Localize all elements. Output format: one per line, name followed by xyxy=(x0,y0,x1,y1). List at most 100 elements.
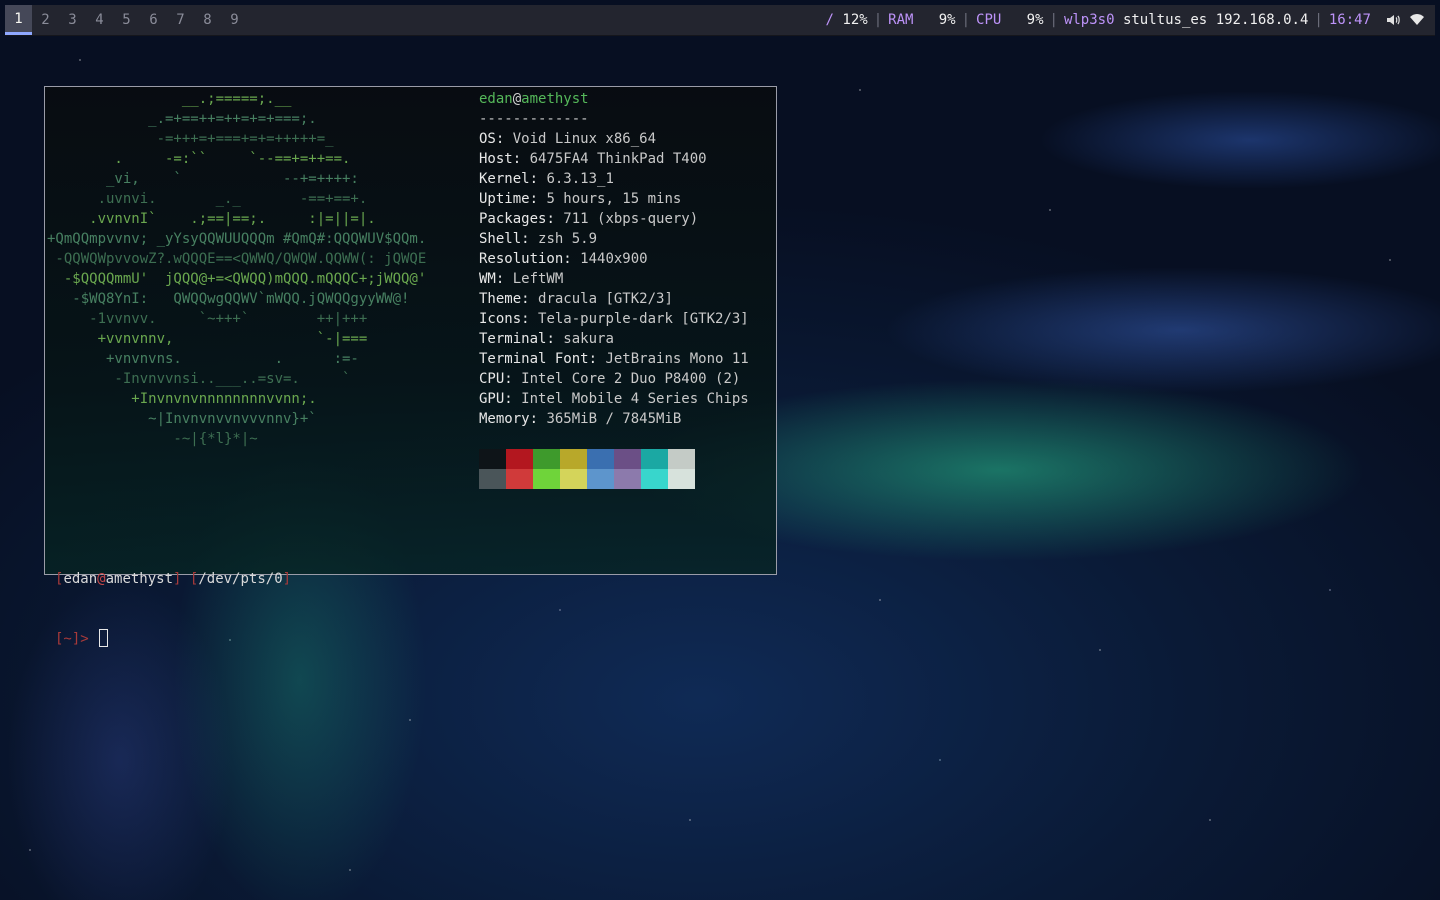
info-key: Uptime xyxy=(479,191,530,207)
prompt-bracket: ] xyxy=(282,571,292,587)
info-key: Terminal xyxy=(479,331,547,347)
prompt-line-1: [edan@amethyst] [/dev/pts/0] xyxy=(55,569,291,589)
info-value: JetBrains Mono 11 xyxy=(605,351,749,367)
logo-line: ~|Invnvnvvnvvvnnv}+` xyxy=(47,411,317,427)
workspace-tag[interactable]: 2 xyxy=(32,5,59,35)
color-swatch xyxy=(668,469,695,489)
status-area: / 12% | RAM 9% | CPU 9% | wlp3s0 stultus… xyxy=(826,12,1435,28)
clock: 16:47 xyxy=(1328,12,1371,28)
color-swatch xyxy=(479,469,506,489)
workspace-tag[interactable]: 4 xyxy=(86,5,113,35)
prompt-user: edan xyxy=(63,571,98,587)
info-title: edan@amethyst xyxy=(479,89,749,109)
info-row: CPU: Intel Core 2 Duo P8400 (2) xyxy=(479,369,749,389)
ram-usage: 9% xyxy=(913,12,956,28)
info-value: 711 (xbps-query) xyxy=(563,211,699,227)
text-cursor[interactable] xyxy=(99,629,109,647)
prompt-cwd: [~]> xyxy=(55,631,89,647)
workspace-tag[interactable]: 5 xyxy=(113,5,140,35)
info-row: Icons: Tela-purple-dark [GTK2/3] xyxy=(479,309,749,329)
info-value: zsh 5.9 xyxy=(538,231,598,247)
info-key: CPU xyxy=(479,371,505,387)
logo-line: -Invnvvnsi..___..=sv=. ` xyxy=(47,371,351,387)
workspace-tag[interactable]: 7 xyxy=(167,5,194,35)
shell-prompt: [edan@amethyst] [/dev/pts/0] [~]> xyxy=(55,529,291,689)
ascii-logo: __.;=====;.__ _.=+==++=++=+=+===;. -=+++… xyxy=(47,89,426,449)
info-row: Theme: dracula [GTK2/3] xyxy=(479,289,749,309)
info-key: Resolution xyxy=(479,251,564,267)
palette-row-normal xyxy=(479,449,695,469)
info-colon: : xyxy=(504,371,522,387)
workspace-tag[interactable]: 8 xyxy=(194,5,221,35)
info-value: LeftWM xyxy=(512,271,564,287)
info-row: OS: Void Linux x86_64 xyxy=(479,129,749,149)
prompt-line-2: [~]> xyxy=(55,629,291,649)
info-row: Memory: 365MiB / 7845MiB xyxy=(479,409,749,429)
info-colon: : xyxy=(546,331,564,347)
logo-line: _vi, ` --+=++++: xyxy=(47,171,359,187)
info-row: GPU: Intel Mobile 4 Series Chips xyxy=(479,389,749,409)
disk-value: 12% xyxy=(842,12,868,28)
workspace-tag[interactable]: 3 xyxy=(59,5,86,35)
info-key: WM xyxy=(479,271,496,287)
info-row: Kernel: 6.3.13_1 xyxy=(479,169,749,189)
info-row: Resolution: 1440x900 xyxy=(479,249,749,269)
wifi-icon[interactable] xyxy=(1409,12,1425,28)
info-key: GPU xyxy=(479,391,505,407)
prompt-at: @ xyxy=(97,571,106,587)
info-colon: : xyxy=(521,311,539,327)
workspace-tag[interactable]: 6 xyxy=(140,5,167,35)
ram-value: 9% xyxy=(938,12,956,28)
info-key: Kernel xyxy=(479,171,530,187)
workspace-tag[interactable]: 9 xyxy=(221,5,248,35)
info-value: Void Linux x86_64 xyxy=(512,131,657,147)
info-value: Intel Core 2 Duo P8400 (2) xyxy=(521,371,741,387)
info-colon: : xyxy=(504,391,522,407)
info-key: Icons xyxy=(479,311,522,327)
info-colon: : xyxy=(529,191,547,207)
logo-line: -~|{*l}*|~ xyxy=(47,431,258,447)
info-row: Uptime: 5 hours, 15 mins xyxy=(479,189,749,209)
color-swatch xyxy=(506,449,533,469)
logo-line: -QQWQWpvvowZ?.wQQQE==<QWWQ/QWQW.QQWW(: j… xyxy=(47,251,427,267)
color-swatch xyxy=(587,449,614,469)
workspace-tag[interactable]: 1 xyxy=(5,5,32,35)
info-key: Packages xyxy=(479,211,547,227)
logo-line: -$WQ8YnI: QWQQwgQQWV`mWQQ.jQWQQgyyWW@! xyxy=(47,291,410,307)
info-key: Theme xyxy=(479,291,522,307)
palette-row-bright xyxy=(479,469,695,489)
color-swatch xyxy=(587,469,614,489)
system-info: edan@amethyst ------------- OS: Void Lin… xyxy=(479,89,749,429)
separator: | xyxy=(873,12,883,28)
color-palette xyxy=(479,449,695,489)
prompt-tty: /dev/pts/0 xyxy=(198,571,283,587)
separator: | xyxy=(1314,12,1323,28)
cpu-label: CPU xyxy=(976,12,1002,28)
info-key: Memory xyxy=(479,411,530,427)
terminal-window[interactable]: __.;=====;.__ _.=+==++=++=+=+===;. -=+++… xyxy=(44,86,777,647)
info-colon: : xyxy=(521,291,539,307)
logo-line: .uvnvi. _._ -==+==+. xyxy=(47,191,368,207)
info-row: Host: 6475FA4 ThinkPad T400 xyxy=(479,149,749,169)
color-swatch xyxy=(479,449,506,469)
info-colon: : xyxy=(521,231,539,247)
logo-line: +QmQQmpvvnv; _yYsyQQWUUQQQm #QmQ#:QQQWUV… xyxy=(47,231,427,247)
color-swatch xyxy=(533,469,560,489)
info-colon: : xyxy=(495,271,513,287)
color-swatch xyxy=(641,469,668,489)
logo-line: -$QQQQmmU' jQQQ@+=<QWQQ)mQQQ.mQQQC+;jWQQ… xyxy=(47,271,427,287)
logo-line: +vnvnvns. . :=- xyxy=(47,351,359,367)
info-colon: : xyxy=(529,411,547,427)
separator: | xyxy=(1049,12,1058,28)
info-colon: : xyxy=(495,131,513,147)
info-value: 365MiB / 7845MiB xyxy=(546,411,682,427)
title-user: edan xyxy=(479,91,513,107)
info-colon: : xyxy=(588,351,606,367)
logo-line: -=+++=+===+=+=+++++=_ xyxy=(47,131,334,147)
logo-line: +Invnvnvnnnnnnnnvvnn;. xyxy=(47,391,317,407)
info-value: 6.3.13_1 xyxy=(546,171,614,187)
volume-icon[interactable] xyxy=(1385,12,1401,28)
info-colon: : xyxy=(529,171,547,187)
info-key: Host xyxy=(479,151,513,167)
info-value: sakura xyxy=(563,331,614,347)
